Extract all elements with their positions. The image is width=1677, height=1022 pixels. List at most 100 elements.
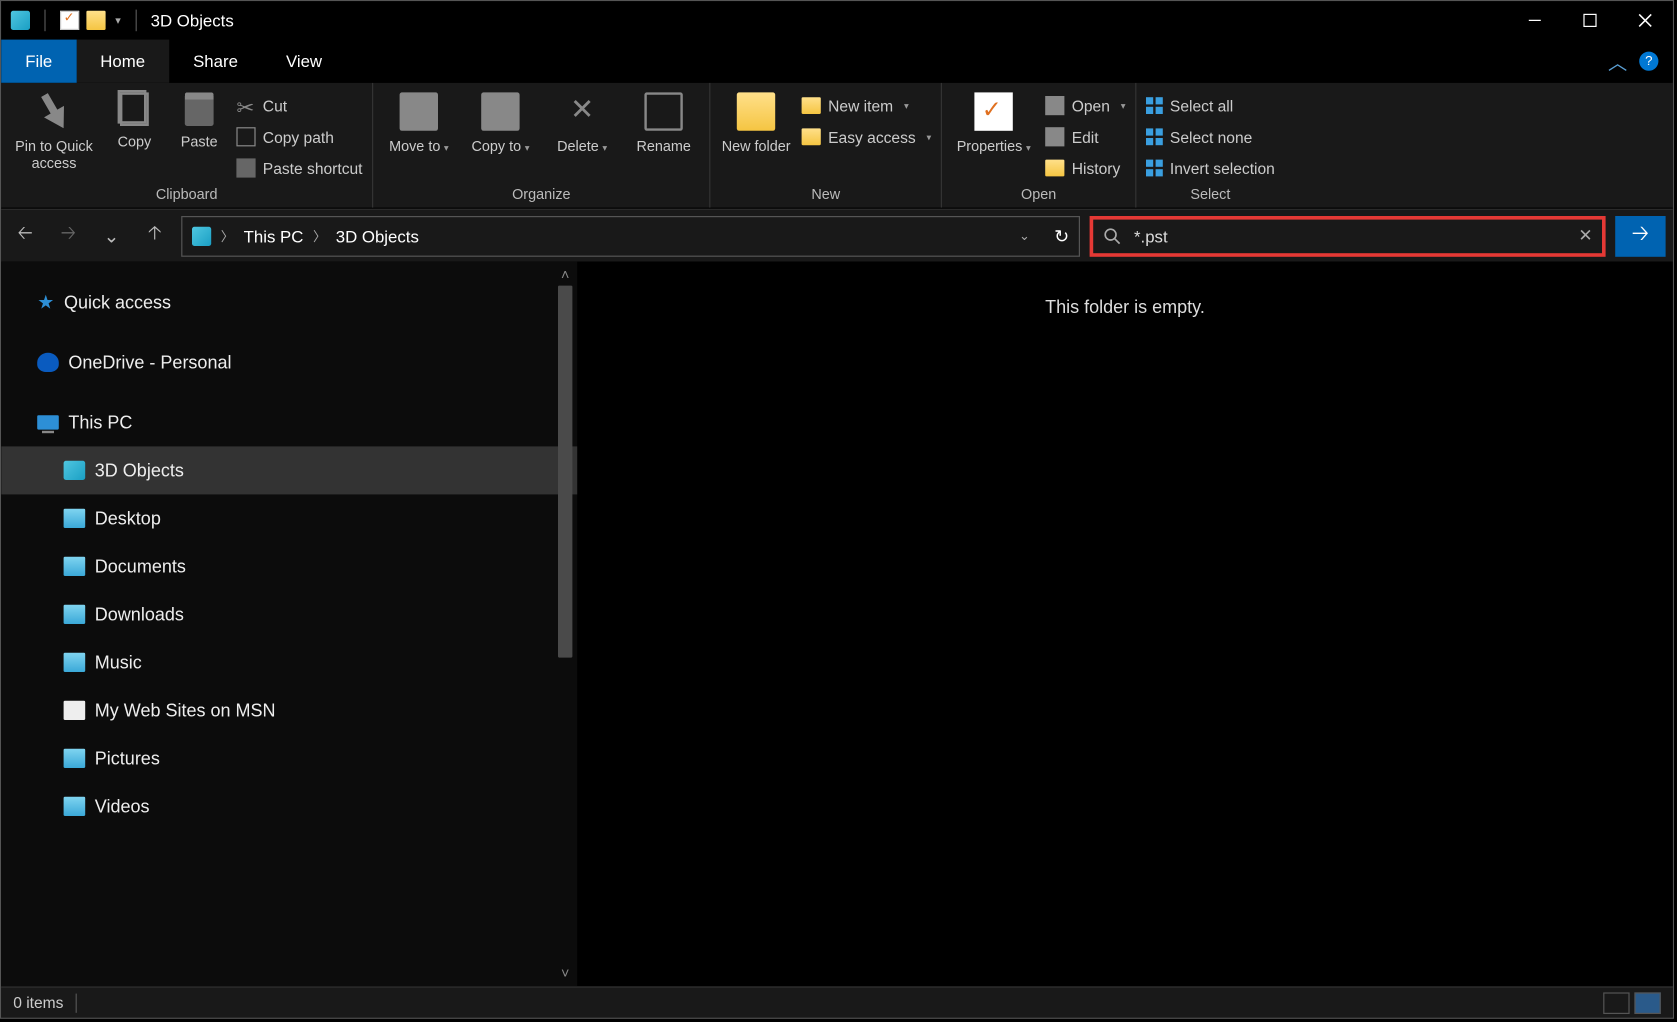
sidebar-onedrive[interactable]: OneDrive - Personal (1, 338, 577, 386)
sidebar-this-pc[interactable]: This PC (1, 398, 577, 446)
pin-icon (28, 85, 80, 137)
qat-newfolder-icon[interactable] (86, 11, 105, 30)
cut-button[interactable]: ✂Cut (236, 92, 362, 118)
clear-search-button[interactable]: ✕ (1578, 226, 1592, 246)
tab-view[interactable]: View (262, 40, 346, 83)
scroll-thumb[interactable] (558, 286, 572, 658)
sidebar-item-videos[interactable]: Videos (1, 782, 577, 830)
folder-icon (64, 557, 86, 576)
ribbon-group-new: New folder New item▾ Easy access▾ New (711, 83, 943, 208)
copyto-icon (481, 92, 519, 130)
search-submit-button[interactable]: 🡢 (1615, 215, 1665, 256)
select-all-button[interactable]: Select all (1146, 92, 1275, 118)
status-item-count: 0 items (13, 994, 63, 1012)
search-icon (1103, 226, 1122, 245)
sidebar-quick-access[interactable]: ★ Quick access (1, 278, 577, 326)
breadcrumb-3d-objects[interactable]: 3D Objects (336, 226, 419, 245)
new-item-button[interactable]: New item▾ (802, 92, 932, 118)
select-none-button[interactable]: Select none (1146, 124, 1275, 150)
qat-properties-icon[interactable] (60, 11, 79, 30)
ribbon-collapse-icon[interactable]: ︿ (1608, 47, 1627, 76)
help-icon[interactable]: ? (1639, 52, 1658, 71)
invert-icon (1146, 160, 1163, 177)
close-button[interactable] (1618, 1, 1673, 39)
properties-icon (975, 92, 1013, 130)
scroll-up-icon[interactable]: ˄ (561, 266, 569, 283)
tab-share[interactable]: Share (169, 40, 262, 83)
status-bar: 0 items (1, 986, 1673, 1017)
folder-icon (64, 749, 86, 768)
sidebar-item-mywebsites[interactable]: My Web Sites on MSN (1, 686, 577, 734)
delete-button[interactable]: ✕ Delete▾ (546, 88, 618, 155)
minimize-button[interactable] (1507, 1, 1562, 39)
ribbon-group-open: Properties▾ Open▾ Edit History Open (942, 83, 1136, 208)
ribbon-group-organize: Move to▾ Copy to▾ ✕ Delete▾ Rename Organ… (373, 83, 710, 208)
refresh-button[interactable]: ↻ (1054, 225, 1069, 247)
tab-file[interactable]: File (1, 40, 76, 83)
paste-shortcut-button[interactable]: Paste shortcut (236, 155, 362, 181)
maximize-button[interactable] (1562, 1, 1617, 39)
pin-quick-access-button[interactable]: Pin to Quick access (11, 88, 97, 172)
edit-button[interactable]: Edit (1045, 124, 1125, 150)
breadcrumb-this-pc[interactable]: This PC (244, 226, 304, 245)
location-icon (192, 226, 211, 245)
new-folder-button[interactable]: New folder (720, 88, 792, 155)
navigation-pane: ★ Quick access OneDrive - Personal This … (1, 262, 577, 987)
paste-icon (185, 92, 214, 126)
easyaccess-icon (802, 128, 821, 145)
history-button[interactable]: History (1045, 155, 1125, 181)
easy-access-button[interactable]: Easy access▾ (802, 124, 932, 150)
content-pane: This folder is empty. (577, 262, 1673, 987)
selectall-icon (1146, 97, 1163, 114)
star-icon: ★ (37, 290, 54, 314)
window-title: 3D Objects (151, 11, 234, 30)
search-box[interactable]: *.pst ✕ (1090, 215, 1606, 256)
newitem-icon (802, 97, 821, 114)
address-dropdown-icon[interactable]: ⌄ (1019, 228, 1030, 244)
open-button[interactable]: Open▾ (1045, 92, 1125, 118)
ribbon-tabs: File Home Share View ︿ ? (1, 40, 1673, 83)
main-area: ★ Quick access OneDrive - Personal This … (1, 262, 1673, 987)
sidebar-item-music[interactable]: Music (1, 638, 577, 686)
properties-button[interactable]: Properties▾ (952, 88, 1036, 155)
search-input[interactable]: *.pst (1134, 226, 1566, 245)
back-button[interactable]: 🡠 (8, 219, 42, 253)
pc-icon (37, 415, 59, 429)
copy-path-button[interactable]: Copy path (236, 124, 362, 150)
sidebar-item-3d-objects[interactable]: 3D Objects (1, 446, 577, 494)
forward-button[interactable]: 🡢 (52, 219, 86, 253)
paste-button[interactable]: Paste (172, 88, 227, 150)
qat-dropdown-icon[interactable]: ▾ (115, 14, 120, 27)
scroll-down-icon[interactable]: ˅ (561, 965, 569, 982)
sidebar-item-documents[interactable]: Documents (1, 542, 577, 590)
rename-button[interactable]: Rename (628, 88, 700, 155)
chevron-right-icon[interactable]: 〉 (221, 226, 234, 245)
ribbon-group-select: Select all Select none Invert selection … (1136, 83, 1284, 208)
chevron-right-icon[interactable]: 〉 (313, 226, 326, 245)
copy-button[interactable]: Copy (107, 88, 162, 150)
selectnone-icon (1146, 128, 1163, 145)
address-bar[interactable]: 〉 This PC 〉 3D Objects ⌄ ↻ (181, 215, 1080, 256)
history-icon (1045, 160, 1064, 177)
copy-icon (120, 92, 149, 126)
sidebar-item-pictures[interactable]: Pictures (1, 734, 577, 782)
move-to-button[interactable]: Move to▾ (383, 88, 455, 155)
sidebar-scrollbar[interactable]: ˄ ˅ (556, 266, 575, 981)
sidebar-item-downloads[interactable]: Downloads (1, 590, 577, 638)
copy-to-button[interactable]: Copy to▾ (465, 88, 537, 155)
invert-selection-button[interactable]: Invert selection (1146, 155, 1275, 181)
thumbnails-view-button[interactable] (1634, 992, 1660, 1014)
titlebar: ▾ 3D Objects (1, 1, 1673, 39)
tab-home[interactable]: Home (76, 40, 169, 83)
pasteshortcut-icon (236, 158, 255, 177)
recent-locations-button[interactable]: ⌄ (95, 219, 129, 253)
up-button[interactable]: 🡡 (138, 219, 172, 253)
open-icon (1045, 96, 1064, 115)
sidebar-item-desktop[interactable]: Desktop (1, 494, 577, 542)
details-view-button[interactable] (1603, 992, 1629, 1014)
cut-icon: ✂ (236, 96, 255, 115)
cube-icon (64, 461, 86, 480)
file-explorer-window: ▾ 3D Objects File Home Share View ︿ ? Pi… (0, 0, 1674, 1019)
edit-icon (1045, 127, 1064, 146)
ribbon-group-clipboard: Pin to Quick access Copy Paste ✂Cut Copy… (1, 83, 373, 208)
